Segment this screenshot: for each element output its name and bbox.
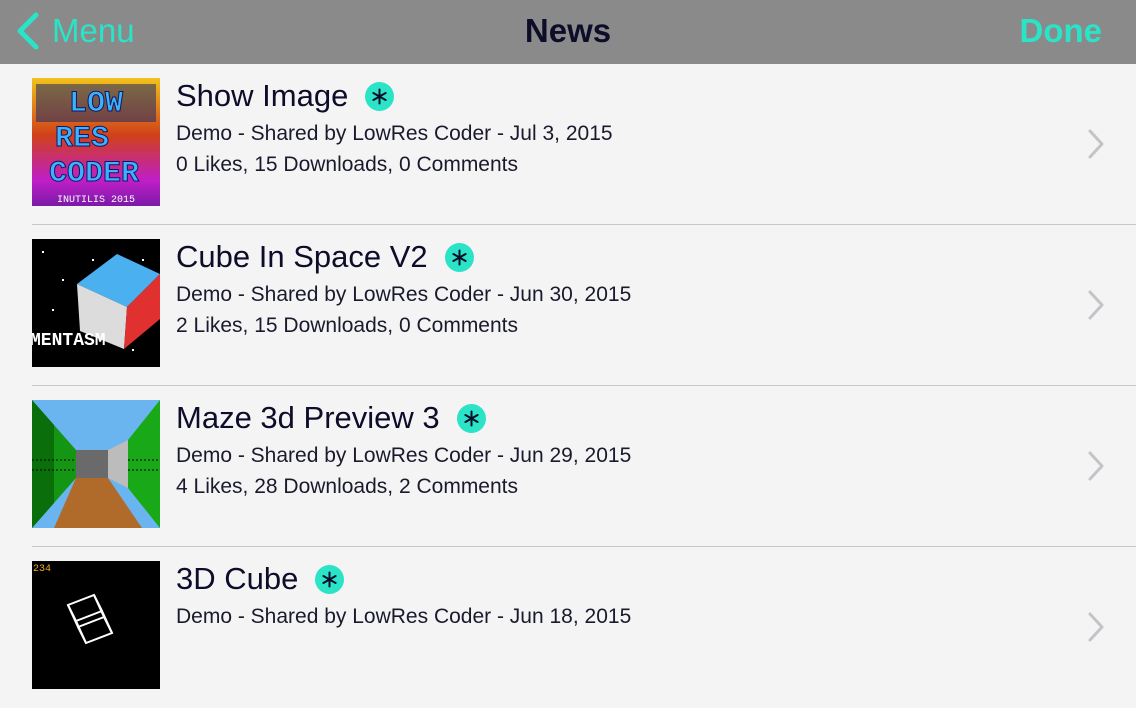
list-item[interactable]: MENTASM Cube In Space V2 Demo - Shared b… <box>0 225 1136 386</box>
asterisk-badge-icon <box>456 403 486 433</box>
asterisk-badge-icon <box>365 81 395 111</box>
program-stats: 0 Likes, 15 Downloads, 0 Comments <box>176 153 518 176</box>
program-meta: Demo - Shared by LowRes Coder - Jun 29, … <box>176 444 632 467</box>
asterisk-badge-icon <box>444 242 474 272</box>
program-title-text: Cube In Space V2 <box>176 239 428 274</box>
program-thumbnail: LOW RES CODER INUTILIS 2015 <box>32 78 160 206</box>
done-button[interactable]: Done <box>1020 12 1103 50</box>
program-stats: 4 Likes, 28 Downloads, 2 Comments <box>176 475 518 498</box>
chevron-right-icon <box>1088 612 1104 642</box>
thumb-text-coder: CODER <box>49 157 139 191</box>
chevron-right-icon <box>1088 129 1104 159</box>
program-title: Maze 3d Preview 3 <box>176 400 486 436</box>
program-title-text: 3D Cube <box>176 561 299 596</box>
program-title: 3D Cube <box>176 561 345 597</box>
thumb-text-mentasm: MENTASM <box>32 331 106 351</box>
list-item[interactable]: Maze 3d Preview 3 Demo - Shared by LowRe… <box>0 386 1136 547</box>
program-meta: Demo - Shared by LowRes Coder - Jun 18, … <box>176 605 632 628</box>
thumb-text-low: LOW <box>69 87 123 121</box>
program-title-text: Show Image <box>176 78 349 113</box>
program-thumbnail: 234 <box>32 561 160 689</box>
program-meta: Demo - Shared by LowRes Coder - Jun 30, … <box>176 283 632 306</box>
program-thumbnail: MENTASM <box>32 239 160 367</box>
program-list: LOW RES CODER INUTILIS 2015 Show Image D… <box>0 64 1136 708</box>
program-meta: Demo - Shared by LowRes Coder - Jul 3, 2… <box>176 122 613 145</box>
chevron-right-icon <box>1088 290 1104 320</box>
thumb-text-inutilis: INUTILIS 2015 <box>57 195 135 206</box>
asterisk-badge-icon <box>315 564 345 594</box>
program-title-text: Maze 3d Preview 3 <box>176 400 440 435</box>
program-title: Cube In Space V2 <box>176 239 474 275</box>
chevron-right-icon <box>1088 451 1104 481</box>
thumb-text-res: RES <box>55 122 109 156</box>
navigation-bar: Menu News Done <box>0 0 1136 64</box>
list-item[interactable]: LOW RES CODER INUTILIS 2015 Show Image D… <box>0 64 1136 225</box>
program-thumbnail <box>32 400 160 528</box>
program-title: Show Image <box>176 78 395 114</box>
thumb-text-counter: 234 <box>33 564 51 575</box>
page-title: News <box>524 12 612 49</box>
list-item[interactable]: 234 3D Cube Demo - Shared by LowRes Code… <box>0 547 1136 708</box>
program-stats: 2 Likes, 15 Downloads, 0 Comments <box>176 314 518 337</box>
